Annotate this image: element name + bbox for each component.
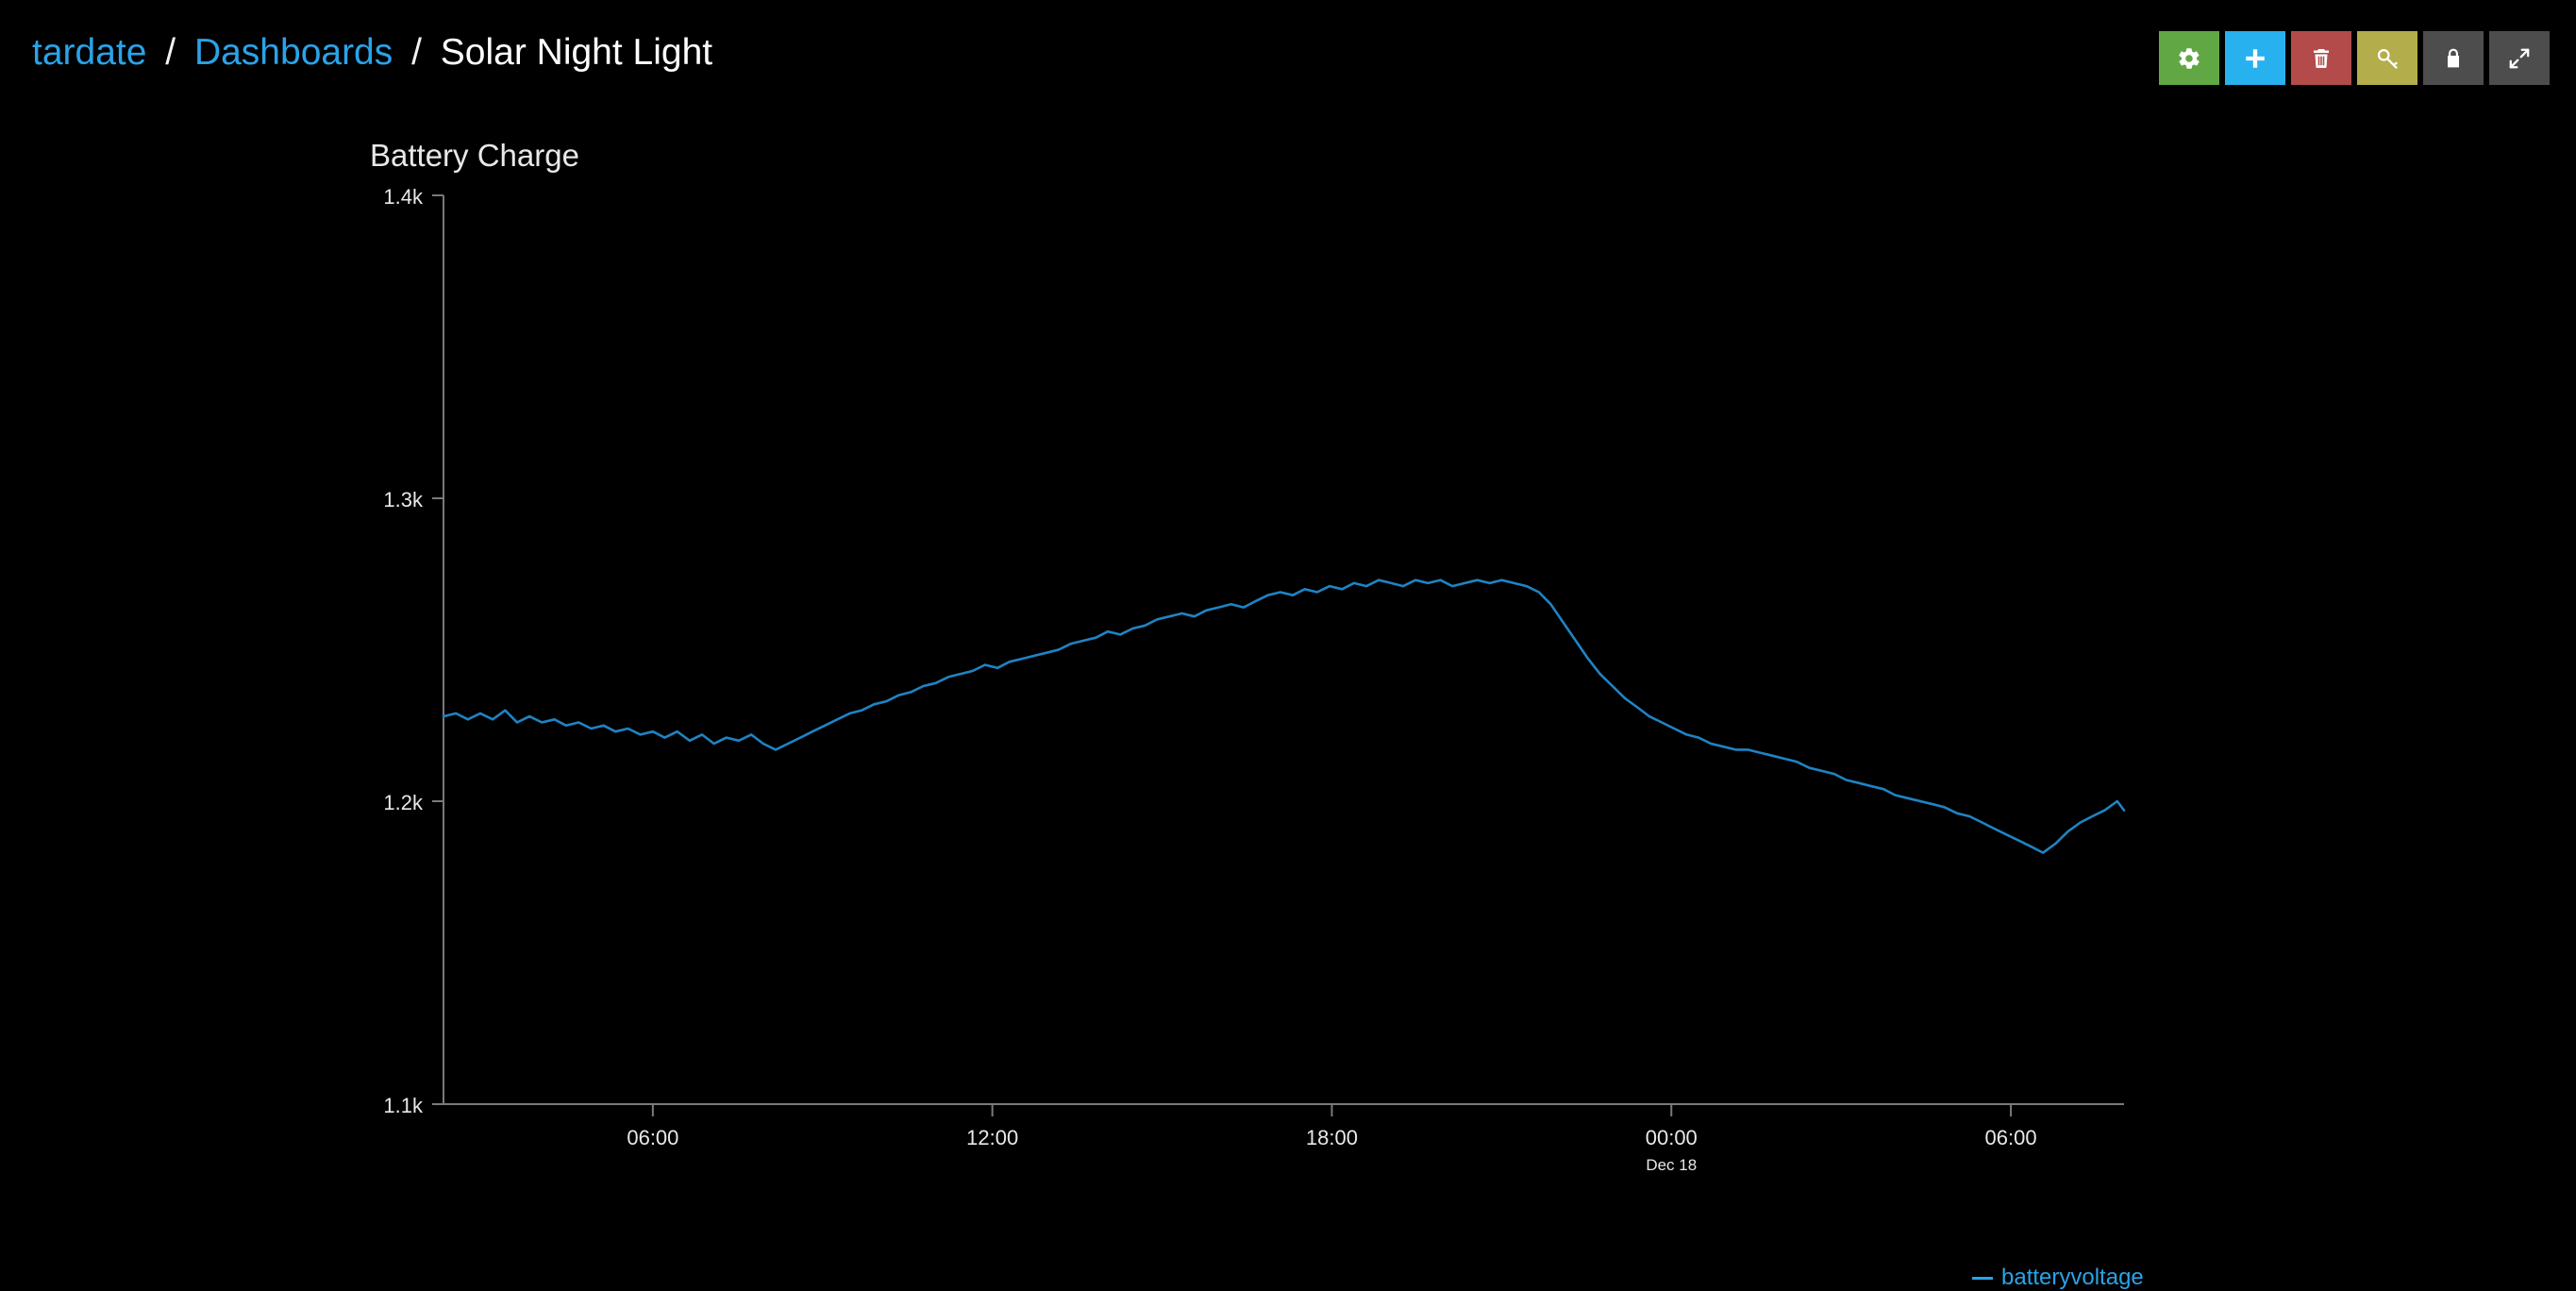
x-tick-label: 00:00 xyxy=(1646,1126,1698,1149)
lock-button[interactable] xyxy=(2423,31,2484,85)
app-header: tardate / Dashboards / Solar Night Light xyxy=(0,0,2576,111)
y-tick-label: 1.1k xyxy=(383,1094,424,1117)
y-tick-label: 1.4k xyxy=(383,185,424,209)
breadcrumb-item-dashboards[interactable]: Dashboards xyxy=(194,32,393,73)
fullscreen-button[interactable] xyxy=(2489,31,2550,85)
chart-legend[interactable]: batteryvoltage xyxy=(1972,1265,2144,1291)
trash-icon xyxy=(2310,46,2333,71)
legend-label-batteryvoltage: batteryvoltage xyxy=(2001,1265,2144,1290)
x-tick-label: 18:00 xyxy=(1306,1126,1358,1149)
dashboard-panel: Battery Charge 1.4k 1.3k 1.2k 1.1k 06:00 12:… xyxy=(0,111,2576,1290)
key-icon xyxy=(2375,45,2400,71)
x-tick-label: 06:00 xyxy=(627,1126,678,1149)
series-batteryvoltage xyxy=(442,578,2126,854)
x-tick-label: 12:00 xyxy=(966,1126,1018,1149)
breadcrumb-separator: / xyxy=(165,32,176,73)
chart-plot-area[interactable]: 1.4k 1.3k 1.2k 1.1k 06:00 12:00 18:00 00:00 Dec… xyxy=(0,111,2576,1244)
y-tick-label: 1.3k xyxy=(383,488,424,511)
settings-button[interactable] xyxy=(2159,31,2219,85)
line-chart[interactable]: 1.4k 1.3k 1.2k 1.1k 06:00 12:00 18:00 00:00 Dec… xyxy=(0,111,2576,1244)
add-button[interactable] xyxy=(2225,31,2285,85)
x-axis: 06:00 12:00 18:00 00:00 Dec 18 06:00 xyxy=(443,1103,2124,1174)
breadcrumb-item-current: Solar Night Light xyxy=(440,32,713,73)
lock-icon xyxy=(2442,46,2465,71)
plus-icon xyxy=(2243,46,2267,71)
expand-arrows-icon xyxy=(2507,46,2532,71)
gear-icon xyxy=(2177,46,2201,71)
breadcrumb-item-tardate[interactable]: tardate xyxy=(32,32,146,73)
x-tick-sublabel: Dec 18 xyxy=(1646,1156,1697,1174)
dashboard-toolbar xyxy=(2159,31,2550,85)
y-tick-label: 1.2k xyxy=(383,791,424,814)
breadcrumb: tardate / Dashboards / Solar Night Light xyxy=(32,30,712,75)
api-key-button[interactable] xyxy=(2357,31,2417,85)
x-tick-label: 06:00 xyxy=(1985,1126,2037,1149)
breadcrumb-separator: / xyxy=(411,32,422,73)
legend-line-marker xyxy=(1972,1276,1993,1280)
y-axis: 1.4k 1.3k 1.2k 1.1k xyxy=(383,185,444,1117)
delete-button[interactable] xyxy=(2291,31,2351,85)
